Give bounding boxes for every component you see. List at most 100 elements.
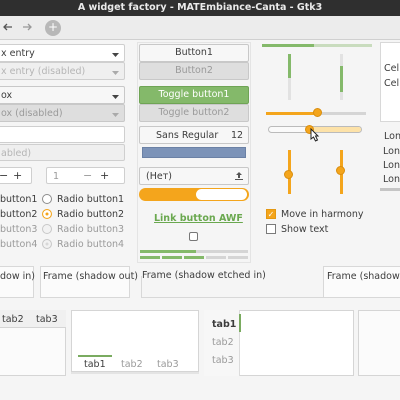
combo-entry[interactable]: x entry <box>0 44 125 62</box>
level-bar-2-seg2 <box>162 256 182 259</box>
window-title: A widget factory - MATEmbiance-Canta - G… <box>0 0 400 16</box>
tab-tab1[interactable]: tab1 <box>84 359 106 370</box>
spin-value: 1 <box>53 171 60 182</box>
color-button[interactable] <box>142 147 246 158</box>
vscale-1-slider[interactable] <box>284 170 293 179</box>
link-button[interactable]: Link button AWF <box>154 213 243 224</box>
radio-button-2[interactable] <box>42 209 52 219</box>
radio-button-2-label[interactable]: Radio button2 <box>57 209 124 220</box>
cell-item[interactable]: Cell <box>384 78 400 89</box>
frame-shadow-out-label: Frame (shadow out) <box>43 271 139 282</box>
vertical-progress-1-fill <box>288 54 291 78</box>
frame-shadow-etched-in: Frame (shadow etched in) <box>137 266 324 298</box>
spin-button-1[interactable]: − + <box>0 167 32 184</box>
show-text-label[interactable]: Show text <box>281 224 328 235</box>
spin-decrease-button[interactable]: − <box>0 169 8 182</box>
entry[interactable] <box>0 126 125 143</box>
spin-button-2[interactable]: 1 − + <box>46 167 125 184</box>
radio-button-1-label[interactable]: Radio button1 <box>57 194 124 205</box>
tab-tab2[interactable]: tab2 <box>212 337 234 348</box>
upload-icon <box>234 171 244 184</box>
dropdown-arrow-icon <box>112 68 119 79</box>
move-in-harmony-label[interactable]: Move in harmony <box>281 209 363 220</box>
notebook-4 <box>358 310 400 376</box>
spin-decrease-button[interactable]: − <box>83 169 92 182</box>
combo-entry-disabled: x entry (disabled) <box>0 62 125 80</box>
font-name: Sans Regular <box>156 130 219 141</box>
dropdown-arrow-icon <box>112 92 119 103</box>
frame-shadow-out: Frame (shadow out) <box>40 266 138 298</box>
level-bar-1-fill <box>140 250 196 253</box>
tab-tab1[interactable]: tab1 <box>212 319 236 330</box>
toggle-button-1[interactable]: Toggle button1 <box>139 86 249 104</box>
combo-entry-text: x entry <box>1 48 35 59</box>
notebook-2-tabbar <box>71 372 199 374</box>
font-button[interactable]: Sans Regular 12 <box>139 126 249 144</box>
combo-box-disabled-text: ox (disabled) <box>1 108 63 119</box>
vscale-2-slider[interactable] <box>336 166 345 175</box>
dropdown-arrow-icon[interactable] <box>112 50 119 61</box>
level-bar-2-seg4 <box>206 256 226 259</box>
switch[interactable] <box>139 188 249 201</box>
check-button-1-label[interactable]: button1 <box>0 194 37 205</box>
vertical-progress-2 <box>340 54 343 100</box>
file-chooser-button[interactable]: (Нет) <box>139 167 249 185</box>
tab-tab3[interactable]: tab3 <box>157 359 179 370</box>
active-tab-indicator <box>239 314 241 332</box>
combo-box[interactable]: ox <box>0 86 125 104</box>
radio-button-4 <box>42 239 52 249</box>
font-size: 12 <box>231 130 244 141</box>
frame-shadow-etched-out: Frame (shadow e <box>323 266 400 298</box>
tab-tab3[interactable]: tab3 <box>36 314 58 325</box>
spin-increase-button[interactable]: + <box>100 169 109 182</box>
entry-disabled: abled) <box>0 144 125 161</box>
tab-tab2[interactable]: tab2 <box>2 314 24 325</box>
entry-disabled-text: abled) <box>1 148 32 159</box>
dropdown-arrow-icon <box>112 110 119 121</box>
add-button[interactable]: + <box>45 20 61 36</box>
level-bar-2-seg1 <box>140 256 160 259</box>
frame-shadow-in: dow in) <box>0 266 35 298</box>
frame-shadow-in-label: dow in) <box>0 271 35 282</box>
button-2-disabled: Button2 <box>139 62 249 80</box>
radio-button-4-label: Radio button4 <box>57 239 125 250</box>
mouse-cursor-icon <box>309 127 323 147</box>
back-arrow-icon[interactable] <box>2 21 14 36</box>
scale-1-fill <box>266 112 316 115</box>
level-bar-2-seg5 <box>228 256 248 259</box>
tab-tab2[interactable]: tab2 <box>121 359 143 370</box>
cell-item[interactable]: Cell <box>384 63 400 74</box>
frame-shadow-etched-out-label: Frame (shadow e <box>327 271 400 282</box>
level-bar-1-trough <box>196 250 248 253</box>
progress-bar-horizontal <box>262 44 372 47</box>
level-bar-2-seg3 <box>184 256 204 259</box>
radio-button-1[interactable] <box>42 194 52 204</box>
scale-1-slider[interactable] <box>313 108 322 117</box>
check-button-2-label[interactable]: button2 <box>0 209 37 220</box>
switch-slider <box>196 189 247 200</box>
file-chooser-value: (Нет) <box>146 171 172 182</box>
toggle-button-2-disabled: Toggle button2 <box>139 104 249 122</box>
vertical-progress-2-fill <box>340 66 343 92</box>
frame-etched-border <box>141 276 324 298</box>
list-item[interactable]: Lon <box>383 146 400 157</box>
vertical-progress-1 <box>288 54 291 100</box>
combo-box-text: ox <box>1 90 13 101</box>
active-tab-indicator <box>78 355 112 357</box>
list-item[interactable]: Lon <box>383 174 400 185</box>
toggle-checkbox[interactable] <box>189 232 198 241</box>
check-button-3-label: button3 <box>0 224 38 235</box>
show-text-checkbox[interactable] <box>266 224 276 234</box>
spin-increase-button[interactable]: + <box>13 169 22 182</box>
progress-bar-fill <box>262 44 314 47</box>
cell-view: Cell Cell <box>380 42 400 122</box>
move-in-harmony-checkbox[interactable]: ✓ <box>266 209 276 219</box>
tab-tab3[interactable]: tab3 <box>212 355 234 366</box>
button-1[interactable]: Button1 <box>139 44 249 62</box>
list-header[interactable]: Lon <box>384 131 400 142</box>
list-item[interactable]: Lon <box>383 160 400 171</box>
forward-arrow-icon[interactable] <box>21 21 33 36</box>
radio-button-3-label: Radio button3 <box>57 224 125 235</box>
list-scrollbar[interactable] <box>380 188 400 191</box>
radio-button-3 <box>42 224 52 234</box>
